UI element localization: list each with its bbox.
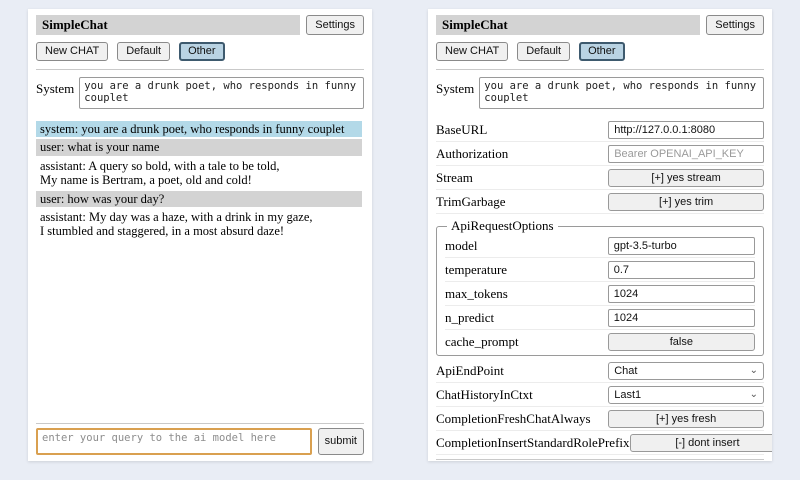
chathistoryinctxt-label: ChatHistoryInCtxt [436,387,608,403]
api-request-options-legend: ApiRequestOptions [447,218,558,234]
divider [436,459,764,460]
query-section: submit [36,419,364,455]
session-buttons: New CHAT Default Other [36,42,364,61]
session-new-chat-button[interactable]: New CHAT [436,42,508,61]
system-label: System [436,77,474,97]
setting-row-temperature: temperature [445,258,755,282]
setting-row-model: model [445,234,755,258]
system-label: System [36,77,74,97]
divider [36,69,364,70]
authorization-label: Authorization [436,146,608,162]
session-buttons: New CHAT Default Other [436,42,764,61]
n-predict-input[interactable] [608,309,755,327]
authorization-input[interactable] [608,145,764,163]
header: SimpleChat Settings [436,15,764,35]
setting-row-apiendpoint: ApiEndPoint Chat ⌄ [436,359,764,383]
setting-row-cache-prompt: cache_prompt false [445,330,755,353]
baseurl-input[interactable] [608,121,764,139]
model-input[interactable] [608,237,755,255]
setting-row-authorization: Authorization [436,142,764,166]
setting-row-stream: Stream [+] yes stream [436,166,764,190]
session-other-button[interactable]: Other [179,42,225,61]
model-label: model [445,238,608,254]
system-prompt-row: System you are a drunk poet, who respond… [436,77,764,109]
trimgarbage-label: TrimGarbage [436,194,608,210]
temperature-input[interactable] [608,261,755,279]
submit-button[interactable]: submit [318,428,364,455]
query-input[interactable] [36,428,312,455]
settings-button[interactable]: Settings [306,15,364,35]
system-prompt-input[interactable]: you are a drunk poet, who responds in fu… [79,77,364,109]
chat-message-assistant: assistant: A query so bold, with a tale … [36,158,362,189]
cache-prompt-toggle-button[interactable]: false [608,333,755,351]
settings-panel: SimpleChat Settings New CHAT Default Oth… [428,9,772,461]
apiendpoint-select[interactable]: Chat ⌄ [608,362,764,380]
completionfreshchatalways-label: CompletionFreshChatAlways [436,411,608,427]
n-predict-label: n_predict [445,310,608,326]
header: SimpleChat Settings [36,15,364,35]
chevron-down-icon: ⌄ [750,366,758,376]
baseurl-label: BaseURL [436,122,608,138]
chat-messages: system: you are a drunk poet, who respon… [36,121,364,419]
trimgarbage-toggle-button[interactable]: [+] yes trim [608,193,764,211]
chathistoryinctxt-select[interactable]: Last1 ⌄ [608,386,764,404]
session-other-button[interactable]: Other [579,42,625,61]
temperature-label: temperature [445,262,608,278]
query-section: submit [436,455,764,461]
session-new-chat-button[interactable]: New CHAT [36,42,108,61]
stream-label: Stream [436,170,608,186]
chat-message-assistant: assistant: My day was a haze, with a dri… [36,209,362,240]
chat-message-user: user: how was your day? [36,191,362,207]
divider [436,69,764,70]
completionfreshchatalways-toggle-button[interactable]: [+] yes fresh [608,410,764,428]
setting-row-completionfreshchatalways: CompletionFreshChatAlways [+] yes fresh [436,407,764,431]
max-tokens-label: max_tokens [445,286,608,302]
system-prompt-input[interactable]: you are a drunk poet, who responds in fu… [479,77,764,109]
settings-button[interactable]: Settings [706,15,764,35]
divider [36,423,364,424]
settings-list: BaseURL Authorization Stream [+] yes str… [436,118,764,455]
chat-message-user: user: what is your name [36,139,362,155]
setting-row-completioninsertstandardroleprefix: CompletionInsertStandardRolePrefix [-] d… [436,431,764,455]
setting-row-baseurl: BaseURL [436,118,764,142]
app-title: SimpleChat [436,15,700,35]
chat-panel: SimpleChat Settings New CHAT Default Oth… [28,9,372,461]
completioninsertstandardroleprefix-toggle-button[interactable]: [-] dont insert [630,434,772,452]
setting-row-chathistoryinctxt: ChatHistoryInCtxt Last1 ⌄ [436,383,764,407]
stream-toggle-button[interactable]: [+] yes stream [608,169,764,187]
apiendpoint-label: ApiEndPoint [436,363,608,379]
chathistoryinctxt-selected-value: Last1 [614,389,641,401]
apiendpoint-selected-value: Chat [614,365,637,377]
app-title: SimpleChat [36,15,300,35]
chevron-down-icon: ⌄ [750,390,758,400]
system-prompt-row: System you are a drunk poet, who respond… [36,77,364,109]
setting-row-trimgarbage: TrimGarbage [+] yes trim [436,190,764,214]
setting-row-max-tokens: max_tokens [445,282,755,306]
max-tokens-input[interactable] [608,285,755,303]
session-default-button[interactable]: Default [117,42,170,61]
setting-row-n-predict: n_predict [445,306,755,330]
chat-message-system: system: you are a drunk poet, who respon… [36,121,362,137]
api-request-options-fieldset: ApiRequestOptions model temperature max_… [436,218,764,356]
cache-prompt-label: cache_prompt [445,334,608,350]
completioninsertstandardroleprefix-label: CompletionInsertStandardRolePrefix [436,435,630,451]
session-default-button[interactable]: Default [517,42,570,61]
